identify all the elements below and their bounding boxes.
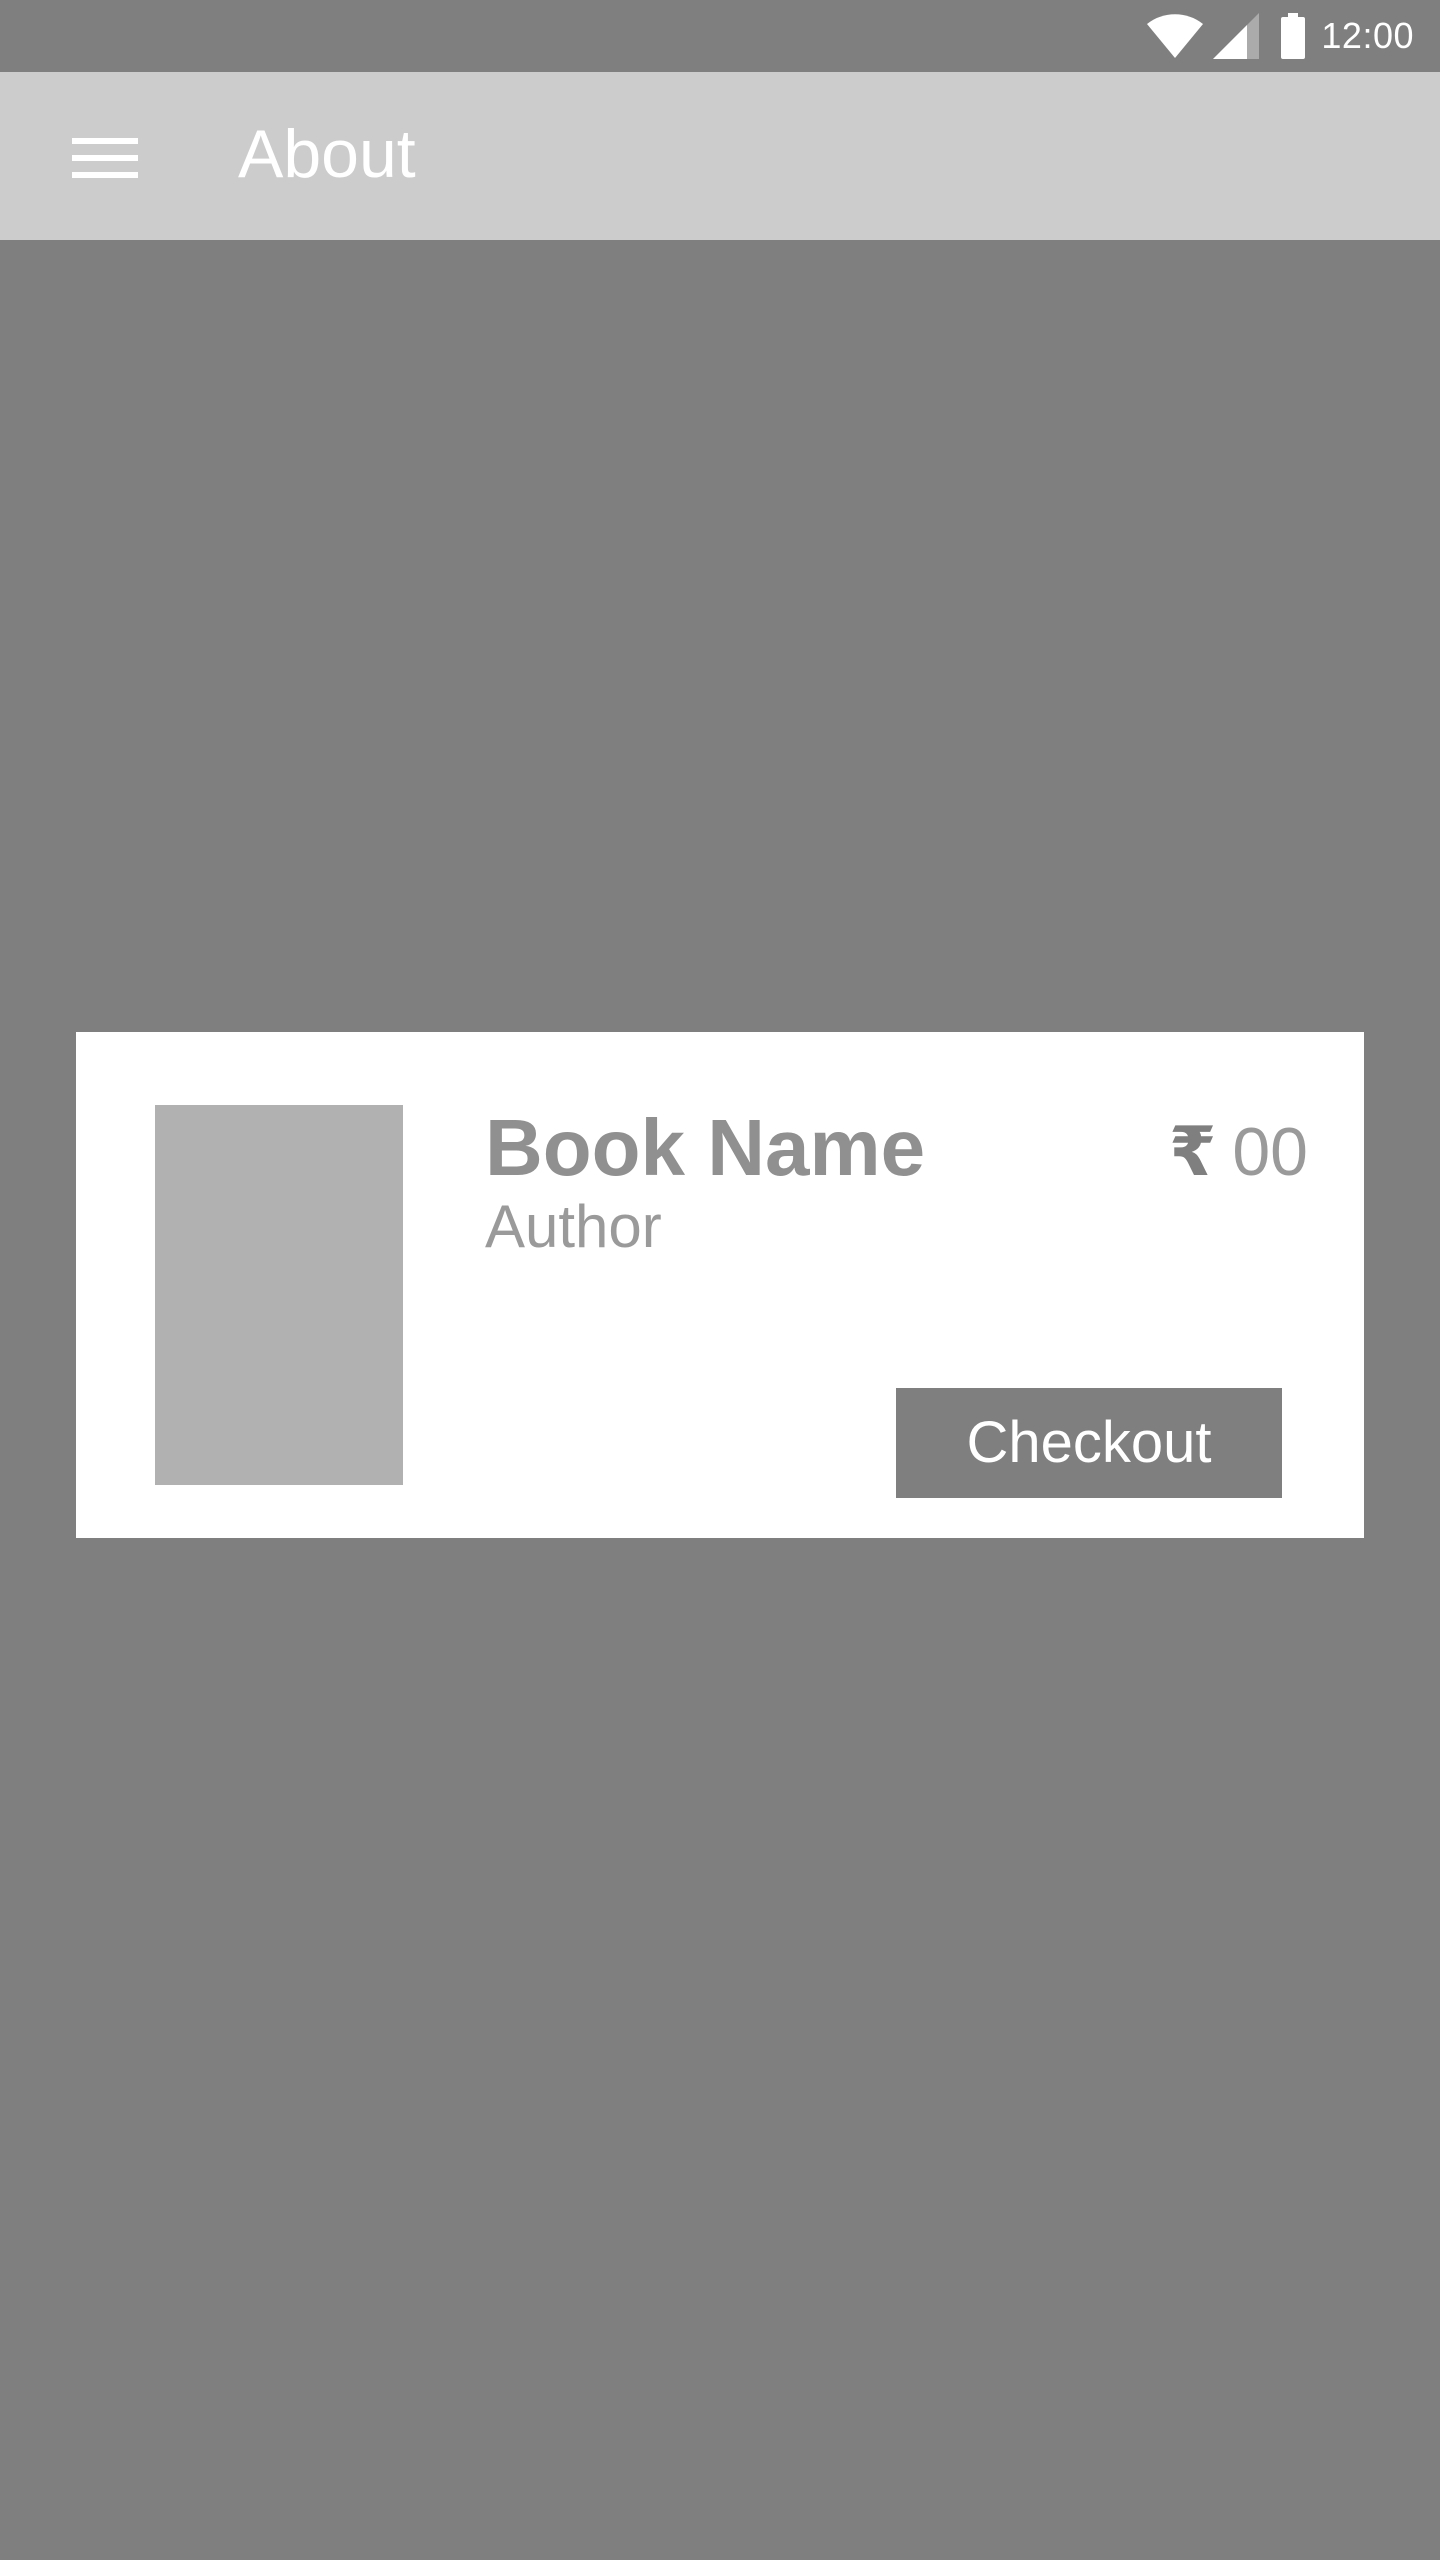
checkout-button[interactable]: Checkout	[896, 1388, 1282, 1498]
wifi-icon	[1147, 14, 1204, 58]
price-value: 00	[1232, 1114, 1308, 1190]
book-price: ₹ 00	[1169, 1114, 1308, 1190]
book-author: Author	[485, 1193, 662, 1260]
signal-icon	[1213, 13, 1260, 59]
hamburger-menu-icon[interactable]	[72, 134, 138, 182]
status-time: 12:00	[1321, 15, 1414, 56]
menu-bar-line	[72, 155, 138, 161]
page-title: About	[238, 116, 416, 192]
status-icons: 12:00	[1147, 10, 1414, 62]
book-card: Book Name Author ₹ 00 Checkout	[76, 1032, 1364, 1538]
battery-icon	[1281, 13, 1306, 59]
status-bar: 12:00	[0, 0, 1440, 72]
book-cover-image	[155, 1105, 403, 1485]
rupee-icon: ₹	[1169, 1114, 1217, 1190]
menu-bar-line	[72, 138, 138, 144]
app-bar: About	[0, 72, 1440, 240]
menu-bar-line	[72, 172, 138, 178]
book-name: Book Name	[485, 1103, 926, 1192]
